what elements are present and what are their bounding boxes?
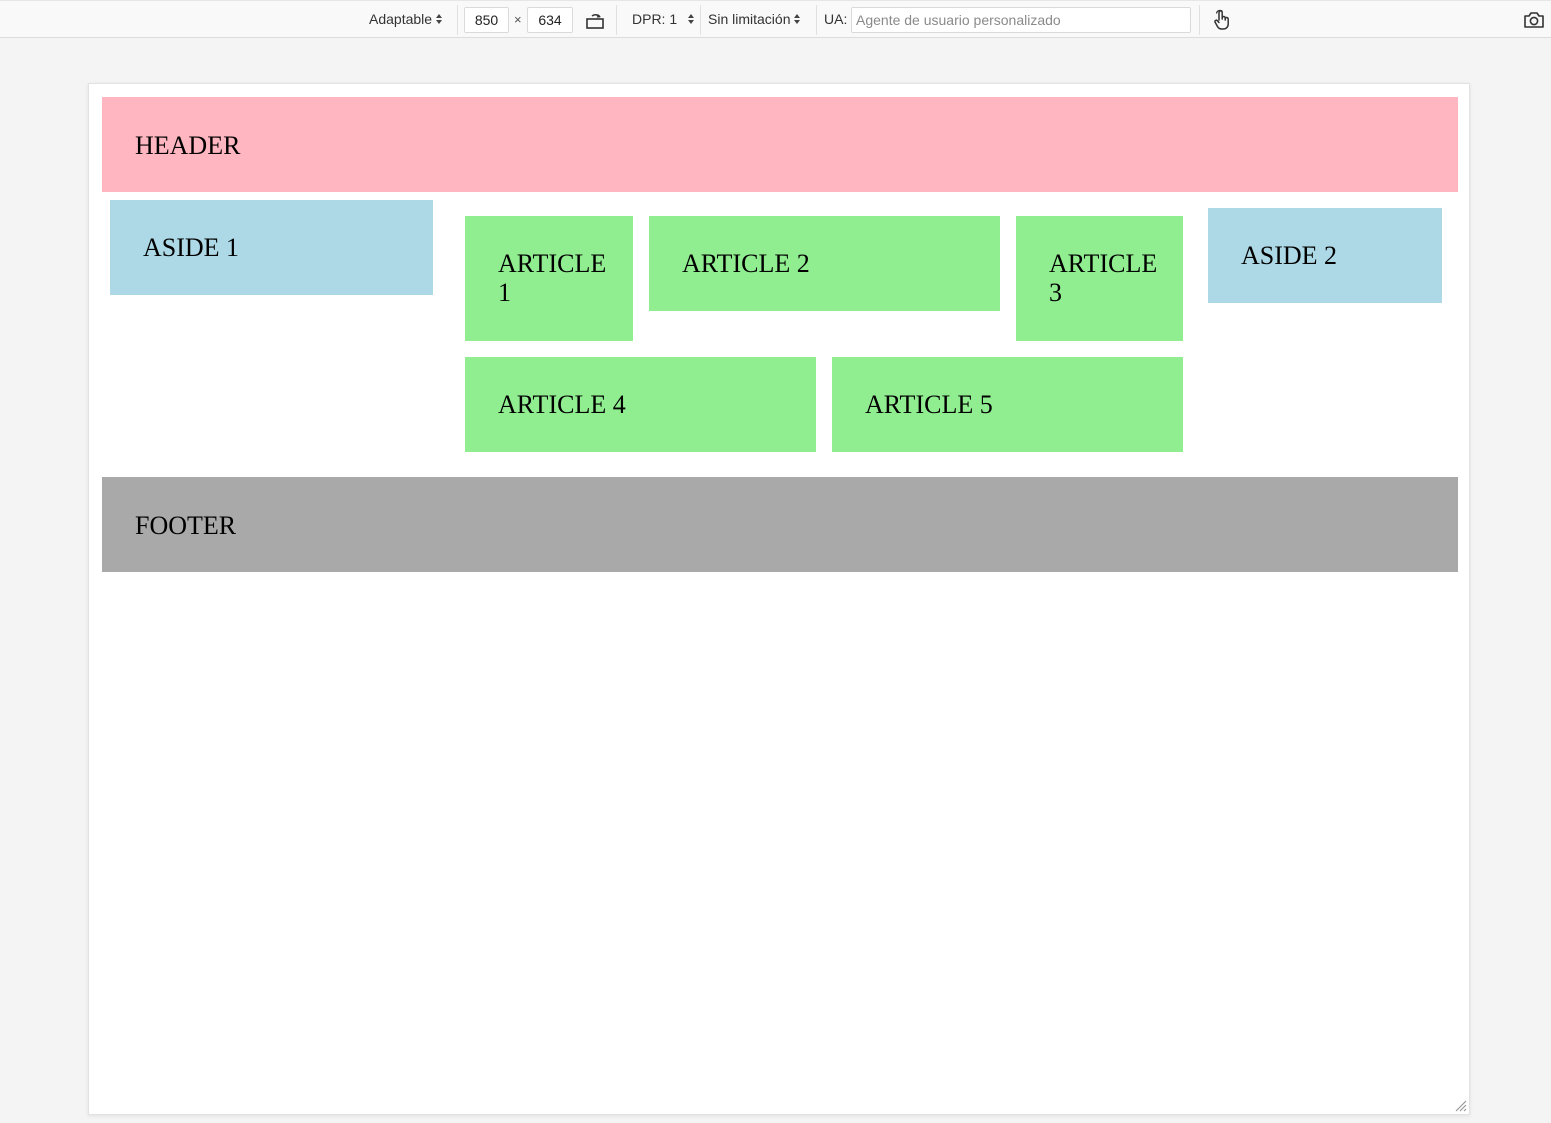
user-agent-input[interactable] <box>851 7 1191 33</box>
screenshot-button[interactable] <box>1521 7 1547 33</box>
aside-2-label: ASIDE 2 <box>1241 241 1338 270</box>
dpr-label: DPR: 1 <box>632 11 678 27</box>
viewport-height-input[interactable] <box>527 7 573 33</box>
screenshot-icon <box>1524 12 1544 28</box>
aside-1: ASIDE 1 <box>110 200 433 295</box>
device-mode-select[interactable]: Adaptable <box>369 0 443 38</box>
aside-2: ASIDE 2 <box>1208 208 1442 303</box>
header-label: HEADER <box>135 131 241 160</box>
article-5: ARTICLE 5 <box>832 357 1183 452</box>
responsive-design-toolbar: Adaptable × DPR: 1 Sin limitación UA: <box>0 0 1551 38</box>
network-throttling-select[interactable]: Sin limitación <box>708 0 801 38</box>
updown-arrows-icon <box>688 14 695 24</box>
footer-label: FOOTER <box>135 511 237 540</box>
article-3: ARTICLE 3 <box>1016 216 1183 341</box>
toolbar-divider <box>1199 5 1200 35</box>
device-mode-label: Adaptable <box>369 11 433 27</box>
aside-1-label: ASIDE 1 <box>143 233 240 262</box>
article-5-label: ARTICLE 5 <box>865 390 993 419</box>
rotate-icon <box>586 14 604 29</box>
toolbar-divider <box>457 5 458 35</box>
page-footer: FOOTER <box>102 477 1458 572</box>
page-header: HEADER <box>102 97 1458 192</box>
updown-arrows-icon <box>436 14 443 24</box>
resize-grip-icon <box>1455 1100 1467 1112</box>
article-3-label: ARTICLE 3 <box>1049 249 1158 307</box>
article-2: ARTICLE 2 <box>649 216 1000 311</box>
touch-icon <box>1214 9 1229 30</box>
toolbar-divider <box>816 5 817 35</box>
dpr-select[interactable]: DPR: 1 <box>632 0 695 38</box>
user-agent-label: UA: <box>824 11 848 27</box>
article-2-label: ARTICLE 2 <box>682 249 810 278</box>
dimension-separator: × <box>514 11 522 27</box>
updown-arrows-icon <box>794 14 801 24</box>
article-4-label: ARTICLE 4 <box>498 390 626 419</box>
article-4: ARTICLE 4 <box>465 357 816 452</box>
resize-handle[interactable] <box>1453 1098 1467 1112</box>
article-1-label: ARTICLE 1 <box>498 249 607 307</box>
rotate-viewport-button[interactable] <box>582 7 608 33</box>
article-1: ARTICLE 1 <box>465 216 633 341</box>
toolbar-divider <box>700 5 701 35</box>
toolbar-divider <box>616 5 617 35</box>
throttling-label: Sin limitación <box>708 11 791 27</box>
viewport-width-input[interactable] <box>464 7 509 33</box>
touch-simulation-button[interactable] <box>1209 7 1235 33</box>
responsive-viewport: HEADER ASIDE 1 ARTICLE 1 ARTICLE 2 ARTIC… <box>88 83 1470 1115</box>
